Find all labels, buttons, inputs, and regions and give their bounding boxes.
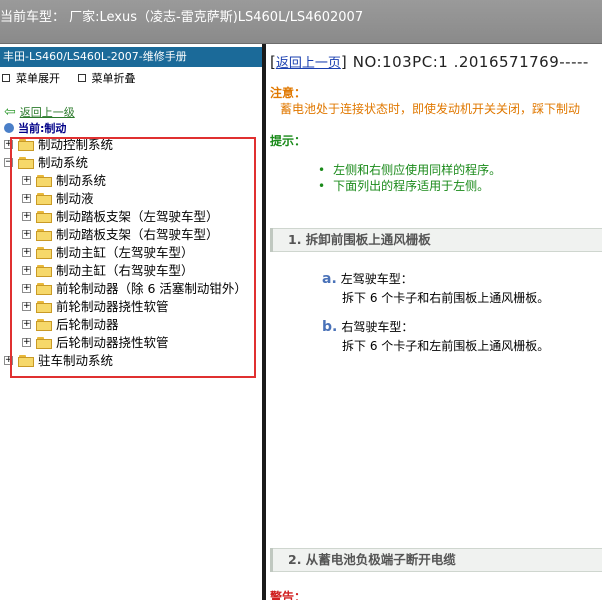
menu-collapse-button[interactable]: 菜单折叠 [77, 70, 136, 86]
menu-tools: 菜单展开 菜单折叠 [2, 70, 150, 86]
collapse-icon [77, 74, 86, 82]
doc-header: [返回上一页] NO:103PC:1 .2016571769----- [270, 53, 589, 71]
substep-text: 拆下 6 个卡子和左前围板上通风栅板。 [342, 339, 550, 353]
substep-letter: a. [322, 271, 337, 287]
manual-header: 丰田-LS460/LS460L-2007-维修手册 [0, 47, 262, 67]
tip-list: 左侧和右侧应使用同样的程序。 下面列出的程序适用于左侧。 [332, 162, 501, 194]
note-heading: 注意： [270, 86, 307, 100]
tip-item: 左侧和右侧应使用同样的程序。 [332, 162, 501, 178]
highlight-box [10, 137, 256, 378]
substep-text: 拆下 6 个卡子和右前围板上通风栅板。 [342, 291, 550, 305]
step-2-heading: 2. 从蓄电池负极端子断开电缆 [270, 548, 602, 572]
expand-icon [2, 74, 10, 82]
current-location-label: 当前:制动 [18, 122, 67, 135]
menu-expand-button[interactable]: 菜单展开 [2, 70, 60, 86]
back-up-level[interactable]: ⇦ 返回上一级 [4, 104, 75, 120]
step-1-heading: 1. 拆卸前围板上通风栅板 [270, 228, 602, 252]
window-title: 当前车型： 厂家:Lexus（凌志-雷克萨斯)LS460L/LS4602007 [0, 10, 364, 25]
current-location: 当前:制动 [4, 120, 66, 136]
doc-number: NO:103PC:1 .2016571769----- [352, 53, 589, 71]
menu-collapse-label: 菜单折叠 [91, 72, 136, 85]
location-pin-icon [4, 123, 14, 133]
substep-b: b. 右驾驶车型： 拆下 6 个卡子和左前围板上通风栅板。 [322, 318, 549, 354]
substep-a: a. 左驾驶车型： 拆下 6 个卡子和右前围板上通风栅板。 [322, 270, 549, 306]
substep-title: 右驾驶车型： [341, 320, 414, 334]
title-bar: 当前车型： 厂家:Lexus（凌志-雷克萨斯)LS460L/LS4602007 [0, 0, 602, 44]
note-text: 蓄电池处于连接状态时，即使发动机开关关闭，踩下制动 [280, 102, 581, 116]
back-arrow-icon: ⇦ [4, 104, 16, 120]
tip-heading: 提示： [270, 134, 307, 148]
content-panel: [返回上一页] NO:103PC:1 .2016571769----- 注意： 蓄… [266, 44, 602, 600]
back-page-link[interactable]: 返回上一页 [276, 56, 341, 71]
substep-letter: b. [322, 319, 338, 335]
back-up-link[interactable]: 返回上一级 [20, 106, 75, 119]
warning-heading: 警告： [270, 590, 307, 600]
menu-expand-label: 菜单展开 [16, 72, 60, 85]
tip-item: 下面列出的程序适用于左侧。 [332, 178, 501, 194]
substep-title: 左驾驶车型： [340, 272, 413, 286]
